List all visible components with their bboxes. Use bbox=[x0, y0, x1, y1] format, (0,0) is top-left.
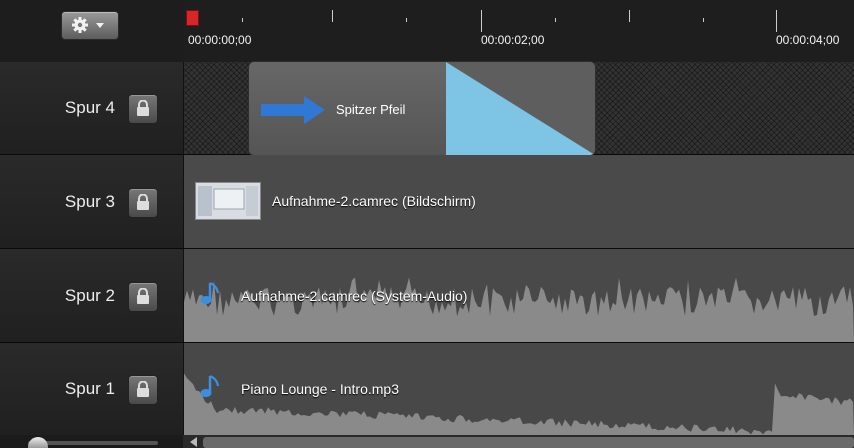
playhead[interactable] bbox=[186, 10, 199, 26]
ruler-tick bbox=[481, 10, 482, 32]
clip-label: Aufnahme-2.camrec (System-Audio) bbox=[241, 288, 468, 304]
ruler-label: 00:00:00;00 bbox=[188, 33, 252, 47]
track-label: Spur 4 bbox=[64, 98, 115, 117]
arrow-right-icon bbox=[261, 96, 325, 124]
scrollbar-thumb[interactable] bbox=[203, 437, 854, 448]
lock-icon bbox=[137, 287, 149, 304]
lock-icon bbox=[137, 381, 149, 397]
ruler-tick bbox=[242, 18, 243, 22]
track-header-4[interactable]: Spur 4 bbox=[0, 62, 183, 155]
lock-button[interactable] bbox=[128, 281, 158, 312]
scroll-left-icon[interactable] bbox=[190, 437, 197, 447]
track-label: Spur 3 bbox=[64, 191, 115, 211]
gear-icon bbox=[72, 17, 104, 33]
clip-label: Spitzer Pfeil bbox=[336, 102, 406, 117]
timeline-clip[interactable]: Spitzer Pfeil bbox=[248, 61, 596, 156]
time-ruler[interactable]: 00:00:00;00 00:00:02;00 00:00:04;00 bbox=[183, 0, 854, 63]
ruler-tick bbox=[555, 18, 556, 22]
clip-label: Piano Lounge - Intro.mp3 bbox=[241, 381, 399, 397]
settings-button[interactable] bbox=[61, 11, 119, 40]
track-header-3[interactable]: Spur 3 bbox=[0, 155, 183, 249]
ruler-tick bbox=[406, 18, 407, 22]
track-label: Spur 1 bbox=[64, 379, 115, 398]
clip-label: Aufnahme-2.camrec (Bildschirm) bbox=[272, 193, 476, 209]
ruler-tick bbox=[629, 10, 630, 22]
track-label: Spur 2 bbox=[64, 285, 115, 305]
screen-thumbnail bbox=[195, 182, 261, 220]
chevron-down-icon bbox=[96, 23, 104, 28]
lock-button[interactable] bbox=[128, 187, 158, 218]
settings-cell bbox=[0, 0, 183, 63]
ruler-tick bbox=[776, 10, 777, 32]
lock-button[interactable] bbox=[128, 94, 158, 124]
track-header-1[interactable]: Spur 1 bbox=[0, 343, 183, 436]
ruler-tick bbox=[703, 18, 704, 22]
lock-button[interactable] bbox=[128, 375, 158, 405]
track-header-2[interactable]: Spur 2 bbox=[0, 249, 183, 343]
ruler-tick bbox=[332, 10, 333, 22]
music-note-icon bbox=[200, 374, 220, 397]
lock-icon bbox=[137, 193, 149, 210]
lock-icon bbox=[137, 100, 149, 116]
ruler-label: 00:00:04;00 bbox=[776, 33, 840, 47]
music-note-icon bbox=[200, 281, 220, 304]
ruler-label: 00:00:02;00 bbox=[481, 33, 545, 47]
transition-indicator[interactable] bbox=[446, 62, 595, 155]
